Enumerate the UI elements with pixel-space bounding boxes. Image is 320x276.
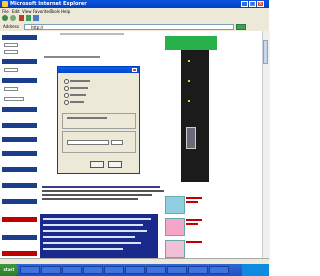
blue-info-panel xyxy=(40,214,158,258)
sidebar-input[interactable] xyxy=(4,97,24,101)
forward-icon[interactable] xyxy=(10,15,16,21)
taskbar-item[interactable] xyxy=(209,266,229,274)
taskbar-item[interactable] xyxy=(125,266,145,274)
option-label xyxy=(70,101,84,103)
stop-icon[interactable] xyxy=(19,15,24,21)
start-button[interactable]: start xyxy=(0,264,18,276)
article-text xyxy=(42,186,166,202)
page-top-text xyxy=(60,33,124,35)
sidebar-header xyxy=(2,35,37,40)
cancel-button[interactable] xyxy=(108,161,122,168)
sidebar-input[interactable] xyxy=(4,43,18,47)
go-button[interactable] xyxy=(236,24,246,30)
taskbar-item[interactable] xyxy=(20,266,40,274)
thumbnail-image[interactable] xyxy=(165,218,185,236)
option-label xyxy=(70,94,86,96)
option-label xyxy=(70,80,90,82)
minimize-button[interactable]: _ xyxy=(241,1,248,7)
taskbar-item[interactable] xyxy=(146,266,166,274)
light-dot xyxy=(188,100,190,102)
refresh-icon[interactable] xyxy=(26,15,31,21)
ok-button[interactable] xyxy=(90,161,104,168)
sidebar-header xyxy=(2,123,37,128)
panel-line xyxy=(43,242,141,244)
panel-line xyxy=(43,224,143,226)
home-icon[interactable] xyxy=(33,15,39,21)
thumbnail-image[interactable] xyxy=(165,196,185,214)
address-label: Address xyxy=(3,24,19,29)
dialog-title-bar xyxy=(58,67,139,73)
dialog-group xyxy=(62,113,136,129)
option-radio[interactable] xyxy=(64,86,69,91)
sidebar-header xyxy=(2,59,37,64)
sidebar-header xyxy=(2,107,37,112)
sidebar-header xyxy=(2,78,37,83)
option-radio[interactable] xyxy=(64,79,69,84)
text-line xyxy=(42,186,160,188)
window-title: Microsoft Internet Explorer xyxy=(10,1,87,7)
sidebar-header xyxy=(2,199,37,204)
sidebar-input[interactable] xyxy=(4,50,18,54)
close-button[interactable]: × xyxy=(257,1,264,7)
green-banner xyxy=(165,36,217,50)
light-dot xyxy=(188,60,190,62)
sidebar-header xyxy=(2,217,37,222)
system-tray xyxy=(242,264,269,276)
print-dialog xyxy=(57,66,140,174)
light-dot xyxy=(188,80,190,82)
sidebar-header xyxy=(2,167,37,172)
sidebar-input[interactable] xyxy=(4,87,18,91)
dialog-close-icon[interactable] xyxy=(132,68,137,72)
text-line xyxy=(42,198,138,200)
option-radio[interactable] xyxy=(64,93,69,98)
vertical-scrollbar[interactable] xyxy=(262,31,270,263)
input-field[interactable] xyxy=(67,140,109,145)
left-sidebar xyxy=(0,31,39,263)
ie-app-icon xyxy=(2,1,8,7)
scrollbar-thumb[interactable] xyxy=(263,40,268,64)
dark-ad-banner xyxy=(181,50,209,182)
red-link[interactable] xyxy=(186,201,198,203)
taskbar-item[interactable] xyxy=(104,266,124,274)
panel-line xyxy=(43,218,151,220)
title-bar: Microsoft Internet Explorer _ □ × xyxy=(0,0,269,8)
text-line xyxy=(42,194,152,196)
option-radio[interactable] xyxy=(64,100,69,105)
option-label xyxy=(70,87,88,89)
taskbar-item[interactable] xyxy=(188,266,208,274)
red-link[interactable] xyxy=(186,241,202,243)
sidebar-header xyxy=(2,183,37,188)
taskbar-item[interactable] xyxy=(41,266,61,274)
sidebar-header xyxy=(2,235,37,240)
spin-input[interactable] xyxy=(111,140,123,145)
red-link[interactable] xyxy=(186,223,198,225)
group-label xyxy=(67,117,107,119)
page-heading xyxy=(44,56,100,58)
sidebar-header xyxy=(2,151,37,156)
taskbar-item[interactable] xyxy=(83,266,103,274)
sidebar-header xyxy=(2,137,37,142)
red-link[interactable] xyxy=(186,219,202,221)
dialog-group xyxy=(62,131,136,153)
panel-line xyxy=(43,236,135,238)
maximize-button[interactable]: □ xyxy=(249,1,256,7)
product-image xyxy=(186,127,196,149)
panel-line xyxy=(43,230,147,232)
red-link[interactable] xyxy=(186,197,202,199)
sidebar-header xyxy=(2,251,37,256)
panel-line xyxy=(43,248,123,250)
thumbnail-image[interactable] xyxy=(165,240,185,258)
taskbar-item[interactable] xyxy=(62,266,82,274)
back-icon[interactable] xyxy=(2,15,8,21)
text-line xyxy=(42,190,164,192)
address-input[interactable]: http:// xyxy=(24,24,234,30)
taskbar-item[interactable] xyxy=(167,266,187,274)
sidebar-input[interactable] xyxy=(4,68,18,72)
